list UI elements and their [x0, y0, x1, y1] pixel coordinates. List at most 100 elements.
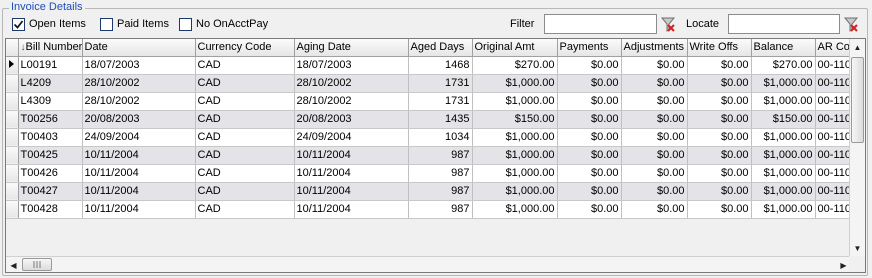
table-cell[interactable]: 1435	[408, 110, 473, 129]
table-cell[interactable]: 987	[408, 200, 473, 219]
table-row[interactable]: T00428 10/11/2004 CAD 10/11/2004 987 $1,000.0…	[6, 200, 851, 219]
table-cell[interactable]: CAD	[195, 56, 295, 75]
table-cell[interactable]: $0.00	[621, 164, 688, 183]
scroll-left-icon[interactable]: ◀	[6, 257, 21, 272]
table-cell[interactable]: CAD	[195, 182, 295, 201]
table-row[interactable]: L00191 18/07/2003 CAD 18/07/2003 1468 $270.00…	[6, 56, 851, 75]
table-cell[interactable]: 10/11/2004	[82, 164, 196, 183]
column-header-ar-code[interactable]: AR Co	[815, 39, 851, 57]
table-cell[interactable]: $0.00	[621, 110, 688, 129]
table-cell[interactable]: 18/07/2003	[294, 56, 409, 75]
table-row[interactable]: T00426 10/11/2004 CAD 10/11/2004 987 $1,000.0…	[6, 164, 851, 183]
no-onacctpay-checkbox[interactable]: No OnAcctPay	[179, 16, 268, 32]
table-row[interactable]: T00403 24/09/2004 CAD 24/09/2004 1034 $1,000.…	[6, 128, 851, 147]
table-cell[interactable]: $0.00	[557, 164, 622, 183]
table-cell[interactable]: 00-110	[815, 182, 851, 201]
table-cell[interactable]: $0.00	[687, 146, 752, 165]
table-cell[interactable]: $0.00	[621, 200, 688, 219]
table-cell[interactable]: $0.00	[557, 128, 622, 147]
table-cell[interactable]: 18/07/2003	[82, 56, 196, 75]
table-cell[interactable]: 10/11/2004	[82, 146, 196, 165]
filter-input[interactable]	[544, 14, 657, 34]
table-cell[interactable]: $0.00	[557, 182, 622, 201]
table-cell[interactable]: $1,000.00	[472, 182, 558, 201]
table-cell[interactable]: $0.00	[557, 146, 622, 165]
row-indicator[interactable]	[6, 146, 19, 165]
vertical-scroll-thumb[interactable]	[851, 57, 864, 143]
table-cell[interactable]: $0.00	[621, 56, 688, 75]
table-cell[interactable]: 987	[408, 146, 473, 165]
table-cell[interactable]: T00425	[18, 146, 83, 165]
table-row[interactable]: L4209 28/10/2002 CAD 28/10/2002 1731 $1,000.0…	[6, 74, 851, 93]
table-cell[interactable]: 987	[408, 182, 473, 201]
table-cell[interactable]: $1,000.00	[472, 74, 558, 93]
checkbox-box[interactable]	[179, 17, 192, 31]
table-cell[interactable]: $0.00	[687, 164, 752, 183]
table-cell[interactable]: T00403	[18, 128, 83, 147]
table-cell[interactable]: $0.00	[687, 182, 752, 201]
table-cell[interactable]: $0.00	[557, 56, 622, 75]
locate-input[interactable]	[728, 14, 840, 34]
table-cell[interactable]: $0.00	[687, 56, 752, 75]
column-header-aged-days[interactable]: Aged Days	[408, 39, 473, 57]
row-indicator[interactable]	[6, 164, 19, 183]
table-cell[interactable]: 10/11/2004	[294, 182, 409, 201]
table-cell[interactable]: T00426	[18, 164, 83, 183]
table-cell[interactable]: 24/09/2004	[294, 128, 409, 147]
table-cell[interactable]: $0.00	[621, 128, 688, 147]
column-header-balance[interactable]: Balance	[751, 39, 816, 57]
table-cell[interactable]: $0.00	[557, 200, 622, 219]
table-cell[interactable]: $1,000.00	[751, 182, 816, 201]
invoice-grid[interactable]: ↓Bill Number Date Currency Code Aging Da…	[5, 38, 866, 273]
table-cell[interactable]: $0.00	[557, 74, 622, 93]
table-cell[interactable]: CAD	[195, 200, 295, 219]
table-cell[interactable]: 00-110	[815, 128, 851, 147]
column-header-payments[interactable]: Payments	[557, 39, 622, 57]
row-indicator[interactable]	[6, 200, 19, 219]
table-cell[interactable]: T00428	[18, 200, 83, 219]
table-cell[interactable]: 28/10/2002	[294, 74, 409, 93]
table-cell[interactable]: $0.00	[557, 110, 622, 129]
table-cell[interactable]: 00-110	[815, 164, 851, 183]
table-cell[interactable]: $0.00	[621, 92, 688, 111]
table-cell[interactable]: 10/11/2004	[294, 164, 409, 183]
table-cell[interactable]: 00-110	[815, 146, 851, 165]
table-cell[interactable]: $1,000.00	[751, 200, 816, 219]
table-cell[interactable]: 1731	[408, 74, 473, 93]
horizontal-scroll-thumb[interactable]	[22, 258, 52, 271]
table-cell[interactable]: 1034	[408, 128, 473, 147]
row-indicator[interactable]	[6, 92, 19, 111]
column-header-aging-date[interactable]: Aging Date	[294, 39, 409, 57]
table-cell[interactable]: $1,000.00	[472, 146, 558, 165]
checkbox-box[interactable]	[12, 17, 25, 31]
table-cell[interactable]: 00-110	[815, 200, 851, 219]
table-cell[interactable]: L4309	[18, 92, 83, 111]
table-cell[interactable]: 20/08/2003	[294, 110, 409, 129]
clear-filter-icon[interactable]	[659, 16, 677, 34]
table-cell[interactable]: $1,000.00	[751, 74, 816, 93]
column-header-original-amt[interactable]: Original Amt	[472, 39, 558, 57]
row-indicator[interactable]	[6, 110, 19, 129]
table-cell[interactable]: $0.00	[687, 200, 752, 219]
table-cell[interactable]: $150.00	[751, 110, 816, 129]
scroll-down-icon[interactable]: ▼	[850, 240, 865, 256]
row-indicator[interactable]	[6, 56, 19, 75]
table-cell[interactable]: 00-110	[815, 56, 851, 75]
table-cell[interactable]: 00-110	[815, 92, 851, 111]
table-cell[interactable]: $0.00	[621, 74, 688, 93]
table-cell[interactable]: $1,000.00	[472, 164, 558, 183]
table-row[interactable]: T00427 10/11/2004 CAD 10/11/2004 987 $1,000.0…	[6, 182, 851, 201]
table-row[interactable]: T00425 10/11/2004 CAD 10/11/2004 987 $1,000.0…	[6, 146, 851, 165]
vertical-scrollbar[interactable]: ▲ ▼	[849, 39, 865, 256]
table-cell[interactable]: $0.00	[687, 128, 752, 147]
table-cell[interactable]: $1,000.00	[751, 146, 816, 165]
table-cell[interactable]: $0.00	[621, 146, 688, 165]
table-cell[interactable]: 1468	[408, 56, 473, 75]
column-header-currency-code[interactable]: Currency Code	[195, 39, 295, 57]
table-cell[interactable]: 28/10/2002	[82, 74, 196, 93]
table-cell[interactable]: 28/10/2002	[82, 92, 196, 111]
table-row[interactable]: T00256 20/08/2003 CAD 20/08/2003 1435 $150.00…	[6, 110, 851, 129]
table-cell[interactable]: $1,000.00	[751, 164, 816, 183]
table-cell[interactable]: $0.00	[557, 92, 622, 111]
table-cell[interactable]: CAD	[195, 128, 295, 147]
